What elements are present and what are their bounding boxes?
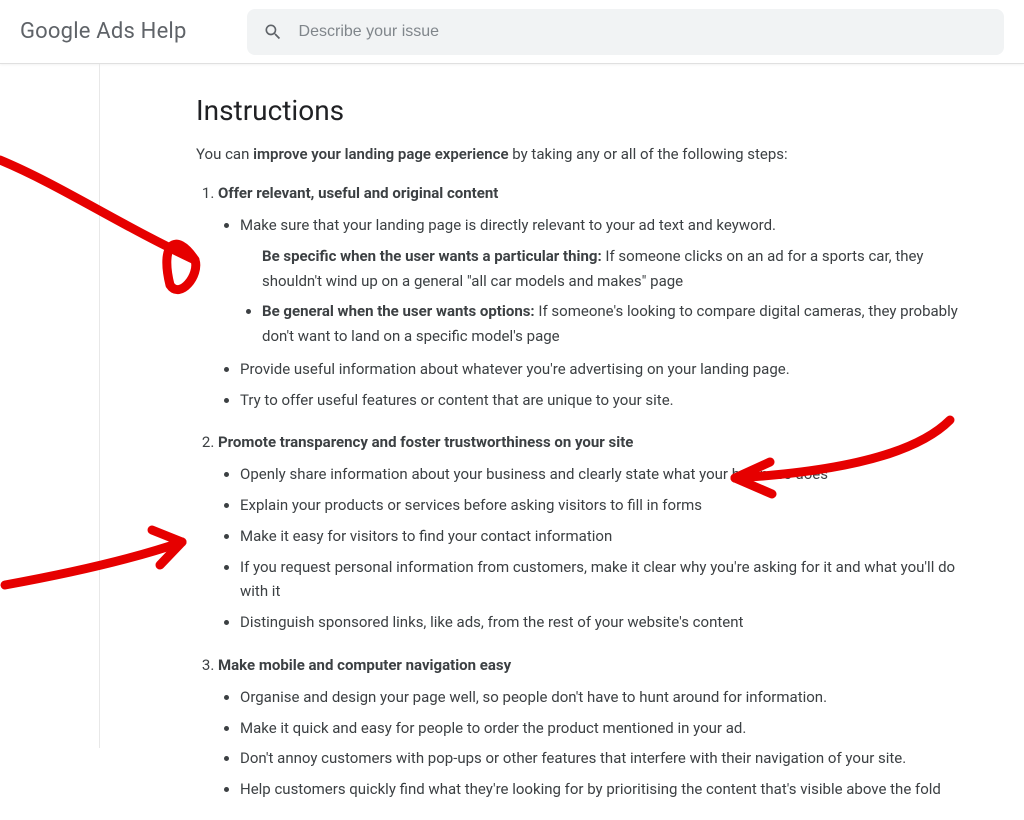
search-icon	[263, 22, 283, 42]
article-content: Instructions You can improve your landin…	[100, 64, 1020, 820]
sub-item: Distinguish sponsored links, like ads, f…	[240, 610, 980, 635]
sub-item: Make sure that your landing page is dire…	[240, 213, 980, 238]
list-item-title: Offer relevant, useful and original cont…	[218, 184, 498, 202]
list-item-title: Promote transparency and foster trustwor…	[218, 433, 633, 451]
list-item-3: Make mobile and computer navigation easy…	[218, 653, 980, 802]
sub-item: Organise and design your page well, so p…	[240, 685, 980, 710]
sub-item: Don't annoy customers with pop-ups or ot…	[240, 746, 980, 771]
nested-item: Be general when the user wants options: …	[262, 299, 980, 349]
list-item-2: Promote transparency and foster trustwor…	[218, 430, 980, 635]
search-input[interactable]	[299, 23, 988, 41]
header-bar: Google Ads Help	[0, 0, 1024, 64]
nested-item: Be specific when the user wants a partic…	[262, 244, 980, 294]
sub-list: Provide useful information about whateve…	[218, 357, 980, 413]
intro-bold: improve your landing page experience	[253, 145, 508, 163]
sub-list: Organise and design your page well, so p…	[218, 685, 980, 802]
sub-item: Try to offer useful features or content …	[240, 388, 980, 413]
list-item-title: Make mobile and computer navigation easy	[218, 656, 511, 674]
sub-item: Openly share information about your busi…	[240, 462, 980, 487]
sub-item: Provide useful information about whateve…	[240, 357, 980, 382]
list-item-1: Offer relevant, useful and original cont…	[218, 181, 980, 412]
nested-list: Be specific when the user wants a partic…	[218, 244, 980, 349]
page-heading: Instructions	[196, 94, 980, 127]
intro-post: by taking any or all of the following st…	[509, 145, 788, 163]
intro-text: You can improve your landing page experi…	[196, 145, 980, 163]
instructions-list: Offer relevant, useful and original cont…	[196, 181, 980, 802]
brand-title: Google Ads Help	[20, 19, 187, 44]
sub-item: Explain your products or services before…	[240, 493, 980, 518]
sub-item: Make it quick and easy for people to ord…	[240, 716, 980, 741]
sub-list: Openly share information about your busi…	[218, 462, 980, 635]
sub-item: If you request personal information from…	[240, 555, 980, 605]
sub-item: Help customers quickly find what they're…	[240, 777, 980, 802]
nested-bold: Be specific when the user wants a partic…	[262, 247, 602, 265]
left-rail	[0, 64, 100, 748]
intro-pre: You can	[196, 145, 253, 163]
search-box[interactable]	[247, 9, 1004, 55]
nested-bold: Be general when the user wants options:	[262, 302, 535, 320]
sub-item: Make it easy for visitors to find your c…	[240, 524, 980, 549]
sub-list: Make sure that your landing page is dire…	[218, 213, 980, 238]
